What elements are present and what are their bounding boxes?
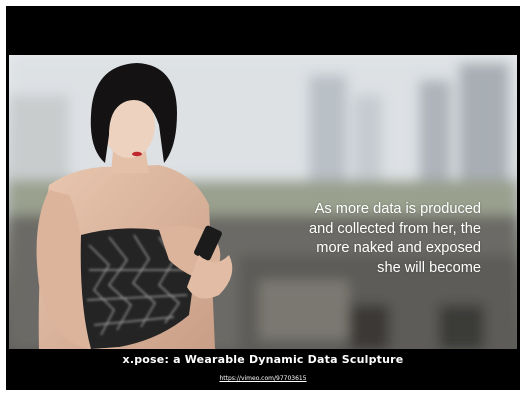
caption-line-2: and collected from her, the bbox=[309, 220, 481, 237]
video-overlay-caption: As more data is produced and collected f… bbox=[251, 200, 481, 278]
slide-title: x.pose: a Wearable Dynamic Data Sculptur… bbox=[122, 353, 404, 366]
caption-line-4: she will become bbox=[377, 259, 481, 276]
caption-line-3: more naked and exposed bbox=[316, 240, 481, 256]
video-link[interactable]: https://vimeo.com/97703615 bbox=[219, 375, 306, 382]
caption-line-1: As more data is produced bbox=[314, 201, 481, 217]
video-still: As more data is produced and collected f… bbox=[9, 55, 517, 349]
slide-frame: As more data is produced and collected f… bbox=[6, 6, 520, 390]
slide-caption: x.pose: a Wearable Dynamic Data Sculptur… bbox=[6, 352, 520, 385]
